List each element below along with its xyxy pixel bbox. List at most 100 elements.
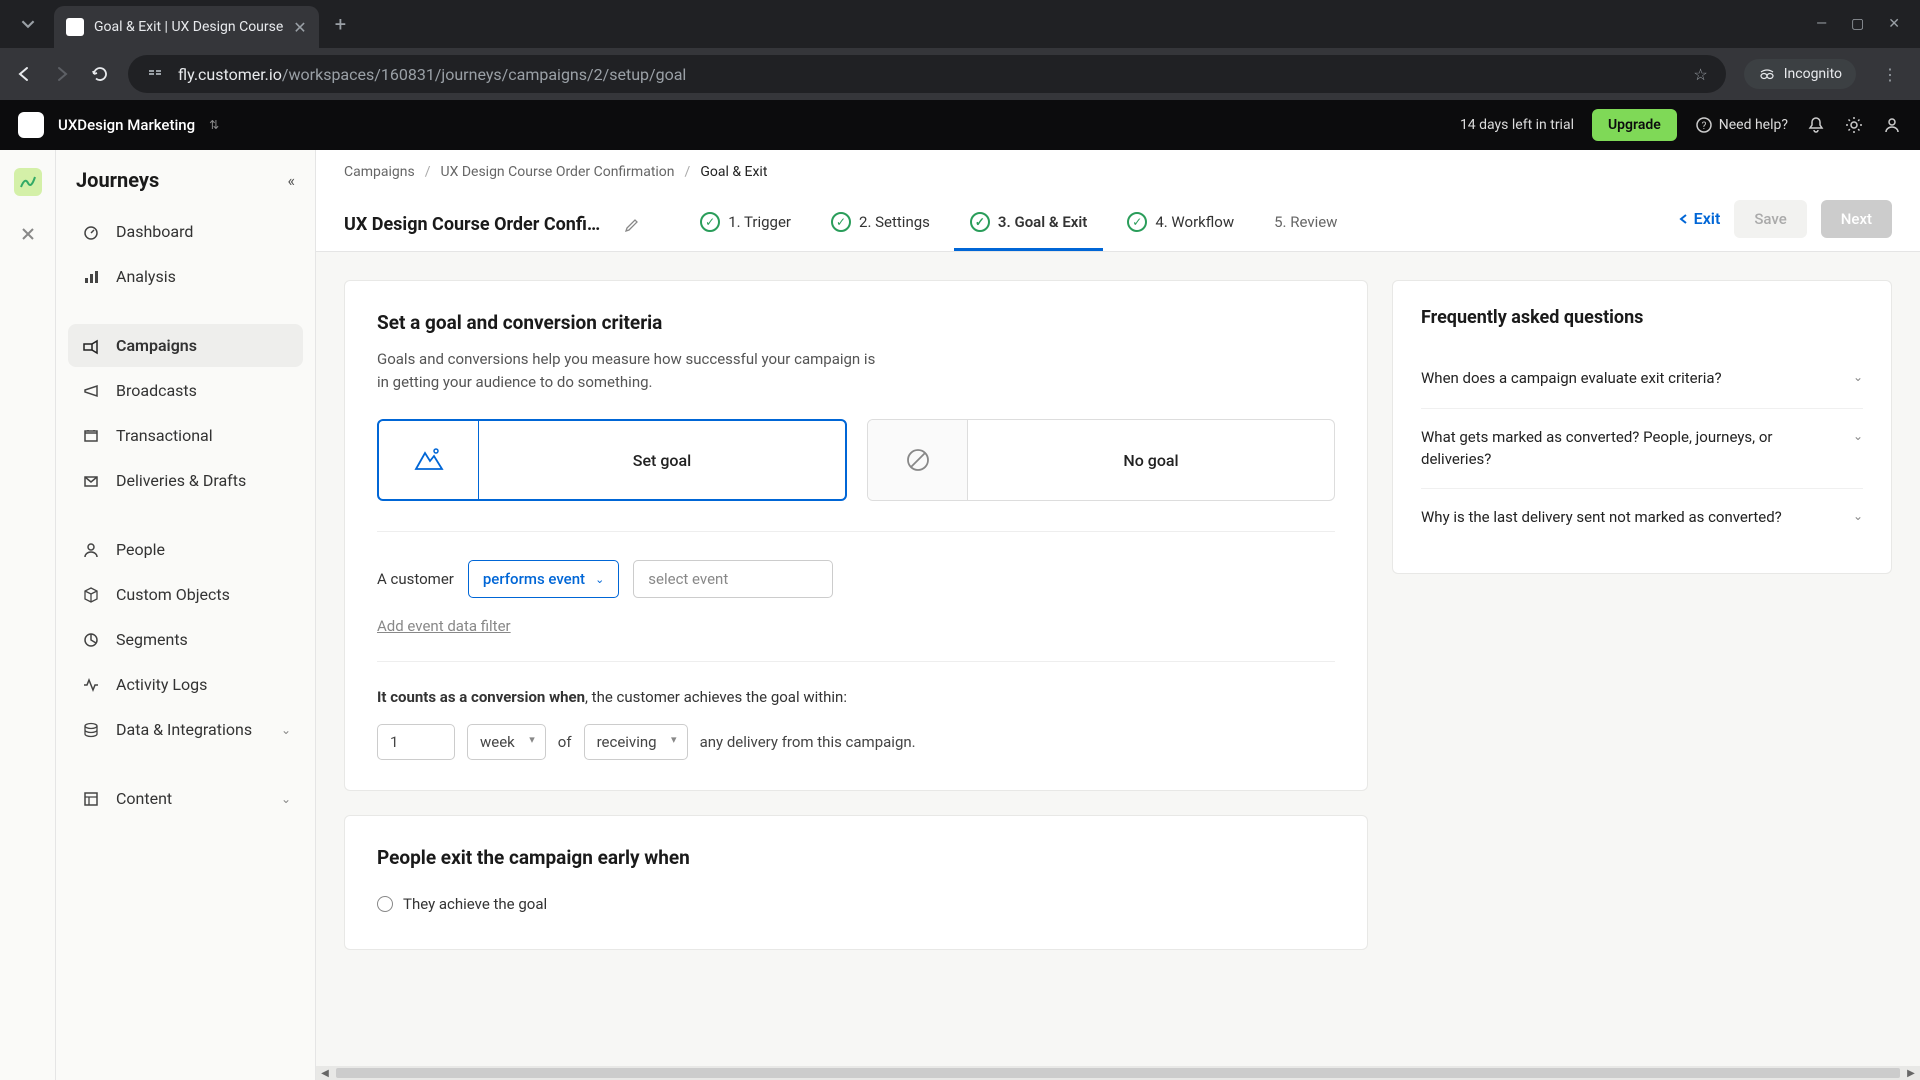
goal-heading: Set a goal and conversion criteria [377,311,1335,334]
close-window-icon[interactable]: ✕ [1888,16,1900,32]
upgrade-button[interactable]: Upgrade [1592,109,1677,141]
sidebar-item-broadcasts[interactable]: Broadcasts [68,369,303,412]
notifications-icon[interactable] [1806,115,1826,135]
step-trigger[interactable]: ✓1. Trigger [684,198,807,251]
customer-prefix-label: A customer [377,570,454,588]
sidebar-item-content[interactable]: Content⌄ [68,777,303,820]
help-link[interactable]: ? Need help? [1695,116,1788,134]
exit-card: People exit the campaign early when They… [344,815,1368,950]
conversion-action-select[interactable]: receiving [584,724,688,760]
faq-heading: Frequently asked questions [1421,307,1863,328]
horizontal-scrollbar[interactable]: ◀ ▶ [316,1066,1920,1080]
conversion-tail-label: any delivery from this campaign. [700,733,916,751]
sidebar-item-deliveries[interactable]: Deliveries & Drafts [68,459,303,502]
conversion-number-input[interactable]: 1 [377,724,455,760]
save-button[interactable]: Save [1734,200,1806,238]
account-icon[interactable] [1882,115,1902,135]
content-icon [80,790,102,808]
app-logo[interactable] [18,112,44,138]
reload-button[interactable] [90,64,110,84]
conversion-unit-select[interactable]: week [467,724,546,760]
sidebar-item-segments[interactable]: Segments [68,618,303,661]
step-workflow[interactable]: ✓4. Workflow [1111,198,1250,251]
browser-menu-icon[interactable]: ⋮ [1874,65,1906,84]
workspace-name[interactable]: UXDesign Marketing [58,116,195,134]
forward-button[interactable] [52,64,72,84]
breadcrumb: Campaigns / UX Design Course Order Confi… [316,150,1920,188]
browser-tab-bar: Goal & Exit | UX Design Course ✕ + — ▢ ✕ [0,0,1920,48]
goal-card: Set a goal and conversion criteria Goals… [344,280,1368,791]
people-icon [80,541,102,559]
breadcrumb-campaign-name[interactable]: UX Design Course Order Confirmation [441,164,675,180]
help-icon: ? [1695,116,1713,134]
sidebar-item-people[interactable]: People [68,528,303,571]
next-button[interactable]: Next [1821,200,1892,238]
breadcrumb-campaigns[interactable]: Campaigns [344,164,415,180]
maximize-icon[interactable]: ▢ [1851,16,1864,32]
workspace-switch-icon[interactable]: ⇅ [209,118,219,132]
collapse-sidebar-icon[interactable]: « [287,171,295,190]
step-review[interactable]: 5. Review [1258,198,1353,251]
settings-icon[interactable] [1844,115,1864,135]
step-settings[interactable]: ✓2. Settings [815,198,946,251]
trial-status: 14 days left in trial [1460,117,1574,133]
scrollbar-track[interactable] [336,1068,1900,1078]
goal-description: Goals and conversions help you measure h… [377,348,877,393]
tab-title: Goal & Exit | UX Design Course [94,19,283,35]
incognito-icon [1758,65,1776,83]
faq-panel: Frequently asked questions When does a c… [1392,280,1892,574]
svg-text:?: ? [1701,121,1706,132]
new-tab-button[interactable]: + [335,12,346,36]
scroll-right-icon[interactable]: ▶ [1902,1068,1920,1079]
check-icon: ✓ [831,212,851,232]
breadcrumb-current: Goal & Exit [700,164,767,180]
objects-icon [80,586,102,604]
sidebar-title: Journeys [76,168,159,192]
check-icon: ✓ [970,212,990,232]
tab-favicon [66,18,84,36]
chevron-down-icon: ⌄ [281,792,291,806]
tab-close-icon[interactable]: ✕ [293,18,306,37]
back-button[interactable] [14,64,34,84]
no-goal-option[interactable]: No goal [867,419,1335,501]
rail-journeys-icon[interactable] [14,168,42,196]
address-bar[interactable]: fly.customer.io/workspaces/160831/journe… [128,55,1726,93]
of-label: of [558,733,572,751]
sidebar-item-custom-objects[interactable]: Custom Objects [68,573,303,616]
sidebar-item-dashboard[interactable]: Dashboard [68,210,303,253]
performs-event-dropdown[interactable]: performs event⌄ [468,560,619,598]
broadcasts-icon [80,382,102,400]
exit-link[interactable]: Exit [1678,209,1721,228]
step-goal-exit[interactable]: ✓3. Goal & Exit [954,198,1103,251]
bookmark-icon[interactable]: ☆ [1693,65,1707,84]
segments-icon [80,631,102,649]
site-info-icon[interactable] [146,65,164,83]
analysis-icon [80,268,102,286]
chevron-down-icon: ⌄ [281,723,291,737]
no-goal-label: No goal [968,420,1334,500]
tab-list-dropdown[interactable] [10,6,46,42]
incognito-badge[interactable]: Incognito [1744,59,1856,89]
rail-secondary-icon[interactable] [14,220,42,248]
minimize-icon[interactable]: — [1816,16,1827,32]
exit-option-achieve-goal[interactable]: They achieve the goal [377,889,1335,919]
sidebar-item-activity-logs[interactable]: Activity Logs [68,663,303,706]
scroll-left-icon[interactable]: ◀ [316,1068,334,1079]
sidebar-item-analysis[interactable]: Analysis [68,255,303,298]
select-event-input[interactable]: select event [633,560,833,598]
no-goal-icon [868,420,968,500]
sidebar-item-data-integrations[interactable]: Data & Integrations⌄ [68,708,303,751]
faq-item-2[interactable]: What gets marked as converted? People, j… [1421,409,1863,490]
mountain-icon [379,421,479,499]
edit-title-icon[interactable] [624,217,640,233]
conversion-label: It counts as a conversion when, the cust… [377,688,1335,706]
data-icon [80,721,102,739]
faq-item-3[interactable]: Why is the last delivery sent not marked… [1421,489,1863,547]
campaigns-icon [80,337,102,355]
browser-tab[interactable]: Goal & Exit | UX Design Course ✕ [54,6,319,48]
sidebar-item-transactional[interactable]: Transactional [68,414,303,457]
set-goal-option[interactable]: Set goal [377,419,847,501]
add-event-filter-link[interactable]: Add event data filter [377,617,511,635]
sidebar-item-campaigns[interactable]: Campaigns [68,324,303,367]
faq-item-1[interactable]: When does a campaign evaluate exit crite… [1421,350,1863,409]
